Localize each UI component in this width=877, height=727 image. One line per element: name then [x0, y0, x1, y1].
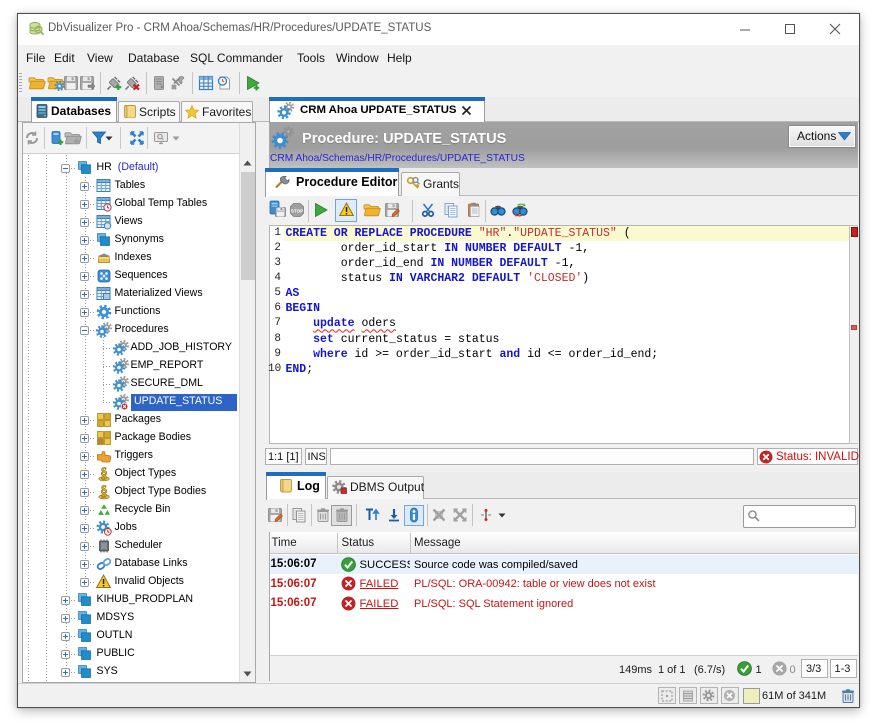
svg-text:§: §	[100, 466, 107, 482]
svg-text:§: §	[100, 484, 107, 500]
svg-text:STOP: STOP	[291, 208, 303, 213]
